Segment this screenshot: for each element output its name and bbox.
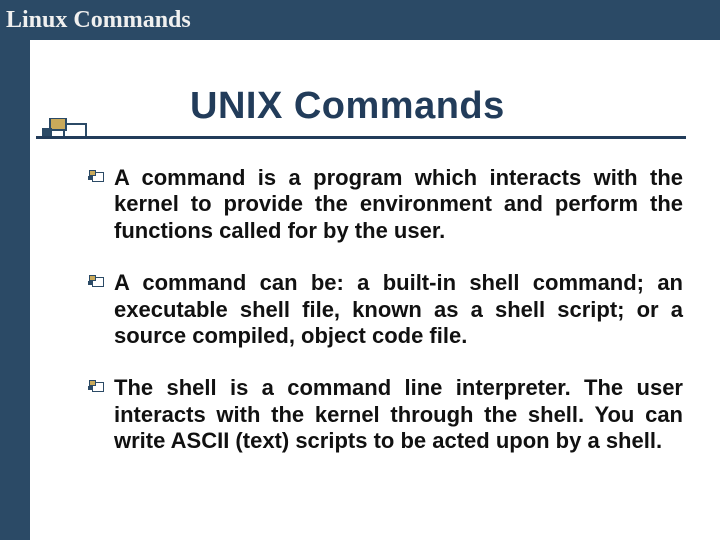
slide-title: UNIX Commands — [190, 85, 505, 128]
header-title: Linux Commands — [6, 7, 191, 34]
bullet-list: A command is a program which interacts w… — [88, 165, 683, 481]
bullet-text: A command can be: a built-in shell comma… — [114, 270, 683, 349]
left-accent-band — [0, 0, 30, 540]
header-bar: Linux Commands — [0, 0, 720, 40]
bullet-text: A command is a program which interacts w… — [114, 165, 683, 244]
title-underline — [36, 136, 686, 139]
bullet-icon — [88, 275, 106, 289]
decor-squares-icon — [42, 118, 90, 149]
list-item: A command is a program which interacts w… — [88, 165, 683, 244]
list-item: The shell is a command line interpreter.… — [88, 375, 683, 454]
bullet-icon — [88, 380, 106, 394]
bullet-text: The shell is a command line interpreter.… — [114, 375, 683, 454]
bullet-icon — [88, 170, 106, 184]
list-item: A command can be: a built-in shell comma… — [88, 270, 683, 349]
